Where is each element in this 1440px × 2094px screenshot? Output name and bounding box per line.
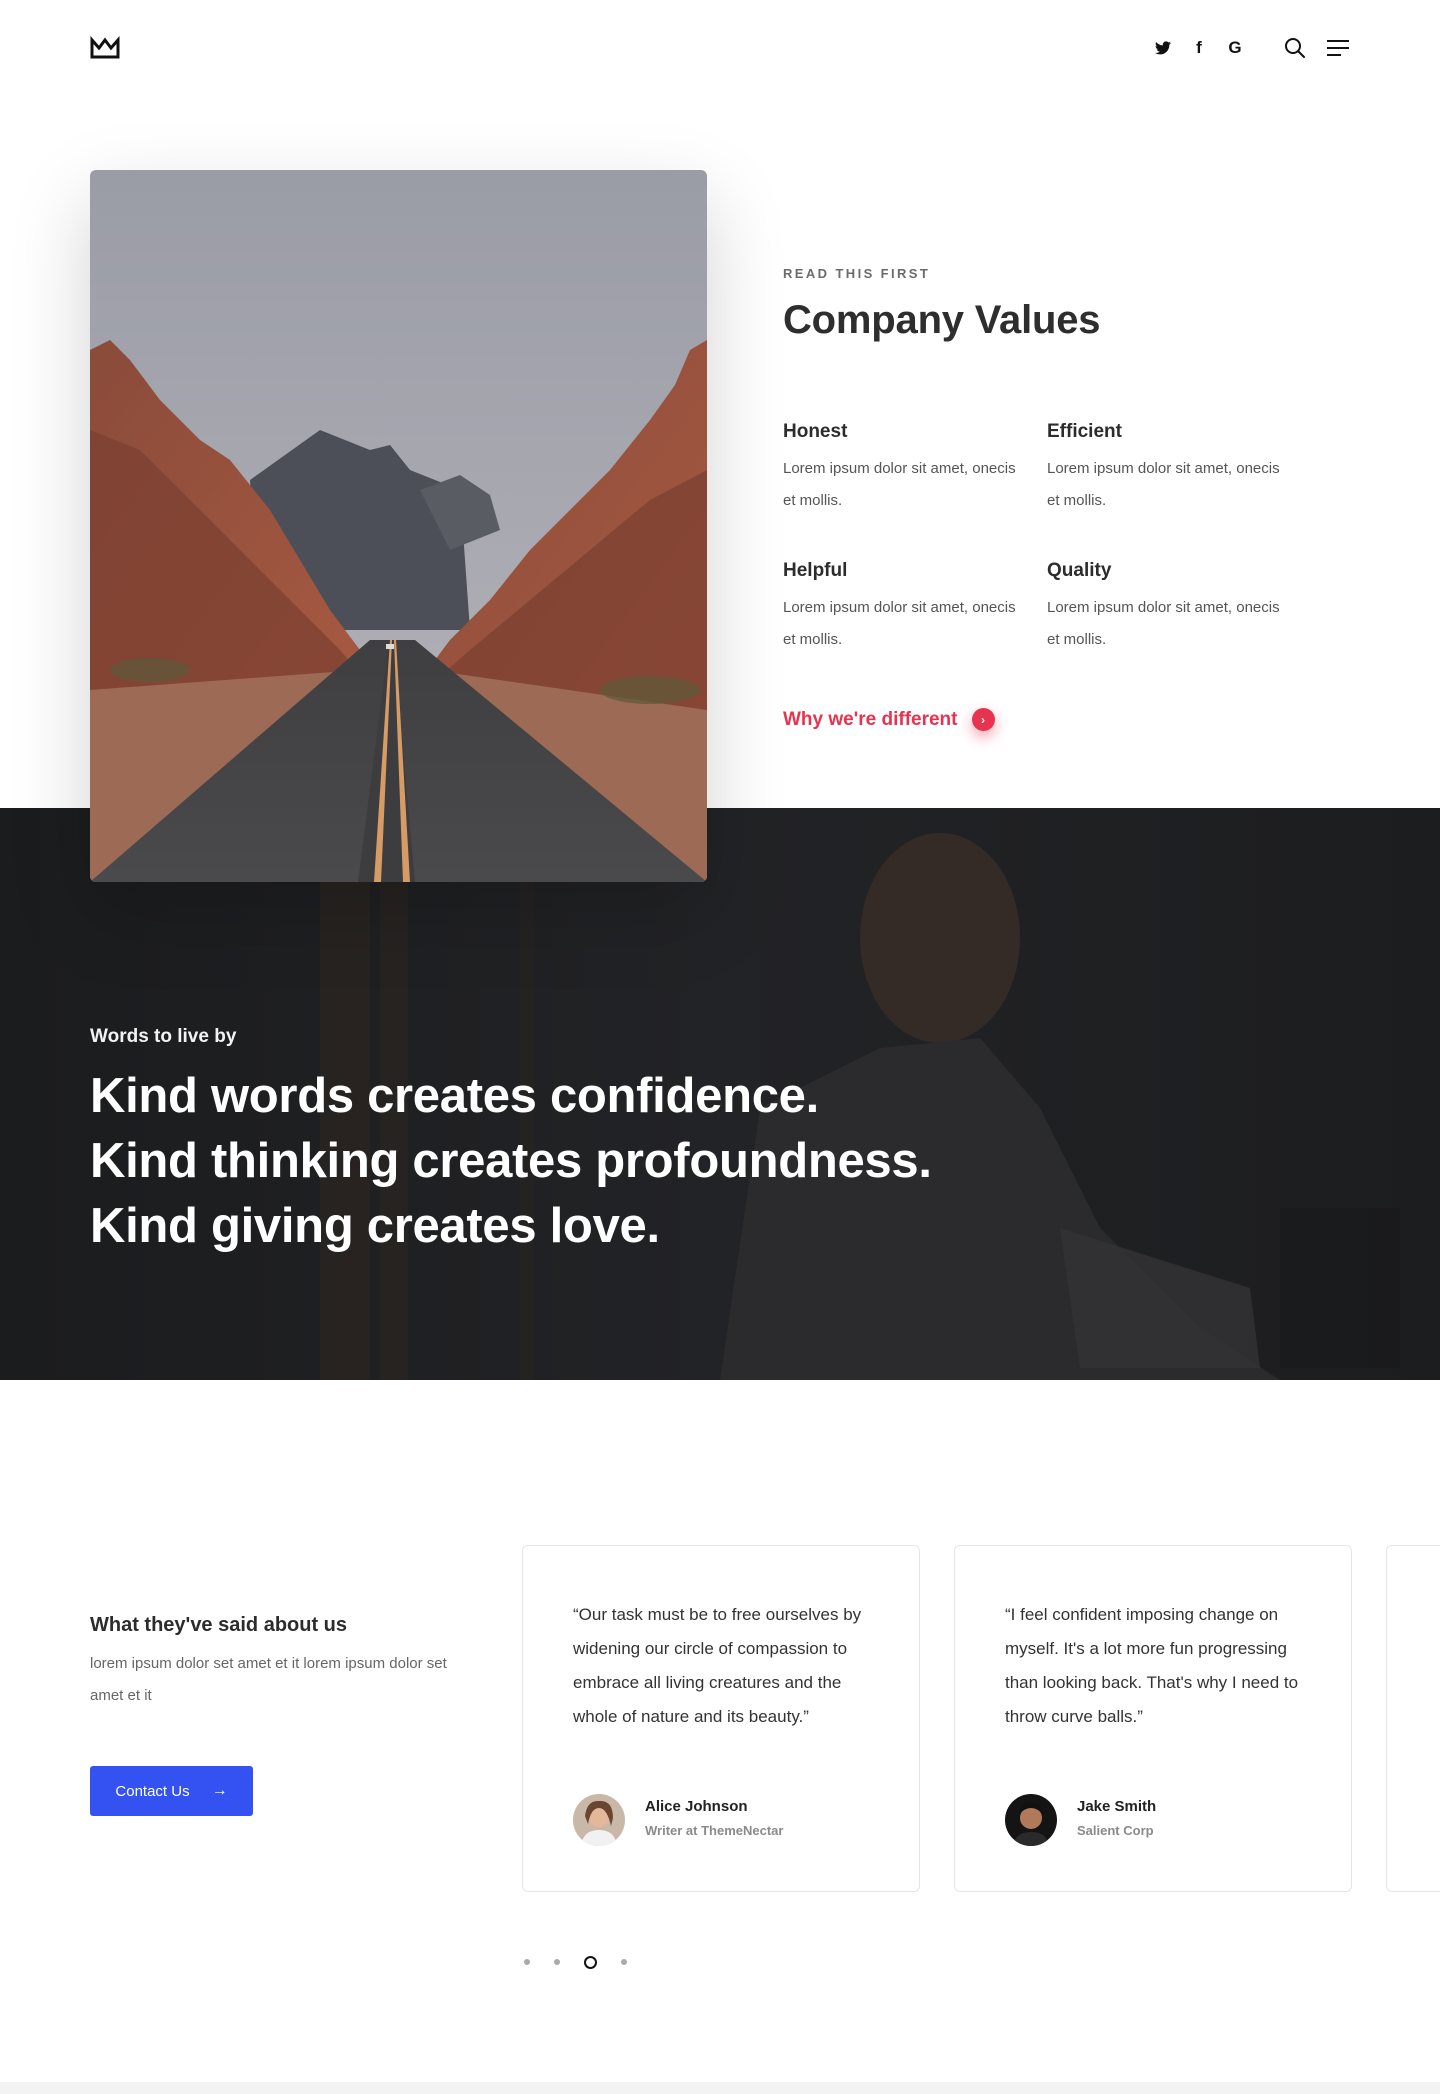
quote-eyebrow: Words to live by: [90, 1026, 237, 1047]
testimonial-quote: “I feel confident imposing change on mys…: [1005, 1605, 1299, 1726]
value-text: Lorem ipsum dolor sit amet, onecis et mo…: [783, 599, 1016, 648]
quote-line: Kind words creates confidence.: [90, 1069, 819, 1123]
testimonial-card: “I feel confident imposing change on mys…: [954, 1545, 1352, 1892]
chevron-right-icon: ›: [971, 708, 995, 731]
value-text: Lorem ipsum dolor sit amet, onecis et mo…: [1047, 599, 1280, 648]
carousel-dot[interactable]: [554, 1959, 560, 1965]
values-title: Company Values: [783, 298, 1101, 342]
values-eyebrow: READ THIS FIRST: [783, 266, 931, 281]
testimonial-role: Salient Corp: [1077, 1823, 1154, 1838]
testimonial-card: “Our task must be to free ourselves by w…: [522, 1545, 920, 1892]
value-text: Lorem ipsum dolor sit amet, onecis et mo…: [783, 460, 1016, 509]
search-icon[interactable]: [1284, 36, 1306, 60]
value-title: Efficient: [1047, 421, 1122, 442]
contact-us-label: Contact Us: [115, 1782, 190, 1800]
avatar: [573, 1794, 625, 1846]
carousel-dot[interactable]: [524, 1959, 530, 1965]
value-title: Helpful: [783, 560, 848, 581]
crown-icon[interactable]: [90, 36, 120, 60]
testimonial-name: Jake Smith: [1077, 1798, 1157, 1815]
hero-road-image: [90, 170, 707, 882]
testimonial-name: Alice Johnson: [645, 1798, 748, 1815]
testimonial-role: Writer at ThemeNectar: [645, 1823, 784, 1838]
value-helpful: Helpful Lorem ipsum dolor sit amet, onec…: [783, 560, 1023, 656]
site-header: f G: [0, 0, 1440, 96]
testimonials-description: lorem ipsum dolor set amet et it lorem i…: [90, 1655, 447, 1704]
carousel-dot-active[interactable]: [584, 1955, 597, 1969]
why-different-link[interactable]: Why we're different ›: [783, 708, 995, 731]
header-icons: f G: [1138, 36, 1350, 60]
value-title: Honest: [783, 421, 848, 442]
quote-line: Kind thinking creates profoundness.: [90, 1134, 932, 1188]
facebook-icon[interactable]: f: [1188, 36, 1210, 60]
testimonials-title: What they've said about us: [90, 1614, 348, 1636]
menu-icon[interactable]: [1326, 36, 1350, 60]
value-efficient: Efficient Lorem ipsum dolor sit amet, on…: [1047, 421, 1287, 517]
arrow-right-icon: →: [211, 1782, 228, 1799]
value-title: Quality: [1047, 560, 1112, 581]
avatar: [1005, 1794, 1057, 1846]
value-quality: Quality Lorem ipsum dolor sit amet, onec…: [1047, 560, 1287, 656]
google-icon[interactable]: G: [1224, 36, 1246, 60]
why-different-label: Why we're different: [783, 708, 958, 730]
carousel-dot[interactable]: [621, 1959, 627, 1965]
testimonial-card-partial: [1386, 1545, 1440, 1892]
footer-strip: [0, 2082, 1440, 2094]
twitter-icon[interactable]: [1152, 36, 1174, 60]
carousel-dots: [524, 1954, 651, 1970]
value-text: Lorem ipsum dolor sit amet, onecis et mo…: [1047, 460, 1280, 509]
value-honest: Honest Lorem ipsum dolor sit amet, oneci…: [783, 421, 1023, 517]
testimonial-quote: “Our task must be to free ourselves by w…: [573, 1605, 862, 1726]
contact-us-button[interactable]: Contact Us →: [90, 1766, 253, 1816]
quote-line: Kind giving creates love.: [90, 1199, 660, 1253]
